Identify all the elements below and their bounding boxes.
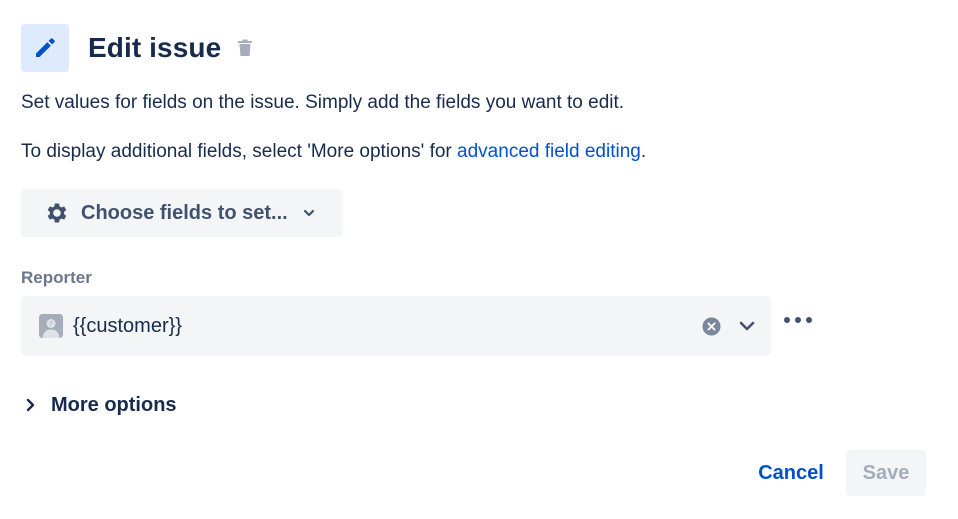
trash-icon[interactable] [237,39,253,57]
cancel-button[interactable]: Cancel [746,450,836,496]
save-button[interactable]: Save [846,450,926,496]
reporter-value: {{customer}} [73,314,182,337]
svg-text:?: ? [49,320,53,328]
more-actions-button[interactable] [783,309,813,331]
chevron-down-icon[interactable] [737,316,757,336]
avatar: ? [39,314,63,338]
advanced-field-editing-link[interactable]: advanced field editing [457,141,641,162]
edit-issue-panel: Edit issue Set values for fields on the … [0,0,958,519]
chevron-right-icon [25,398,37,412]
chevron-down-icon [302,206,316,220]
more-options-toggle[interactable]: More options [25,391,177,419]
page-title: Edit issue [88,32,222,63]
reporter-select[interactable]: ? {{customer}} [21,296,771,356]
clear-icon[interactable] [702,317,721,336]
choose-fields-label: Choose fields to set... [81,201,288,224]
reporter-label: Reporter [21,268,92,287]
hint-prefix: To display additional fields, select 'Mo… [21,141,458,162]
description-text: Set values for fields on the issue. Simp… [21,92,625,113]
more-options-label: More options [51,393,177,416]
ellipsis-icon [783,316,813,324]
gear-icon [43,200,69,226]
pencil-icon [21,24,69,72]
advanced-editing-hint: To display additional fields, select 'Mo… [21,140,646,164]
hint-suffix: . [640,141,647,162]
choose-fields-button[interactable]: Choose fields to set... [21,189,343,237]
panel-header: Edit issue [21,24,253,72]
